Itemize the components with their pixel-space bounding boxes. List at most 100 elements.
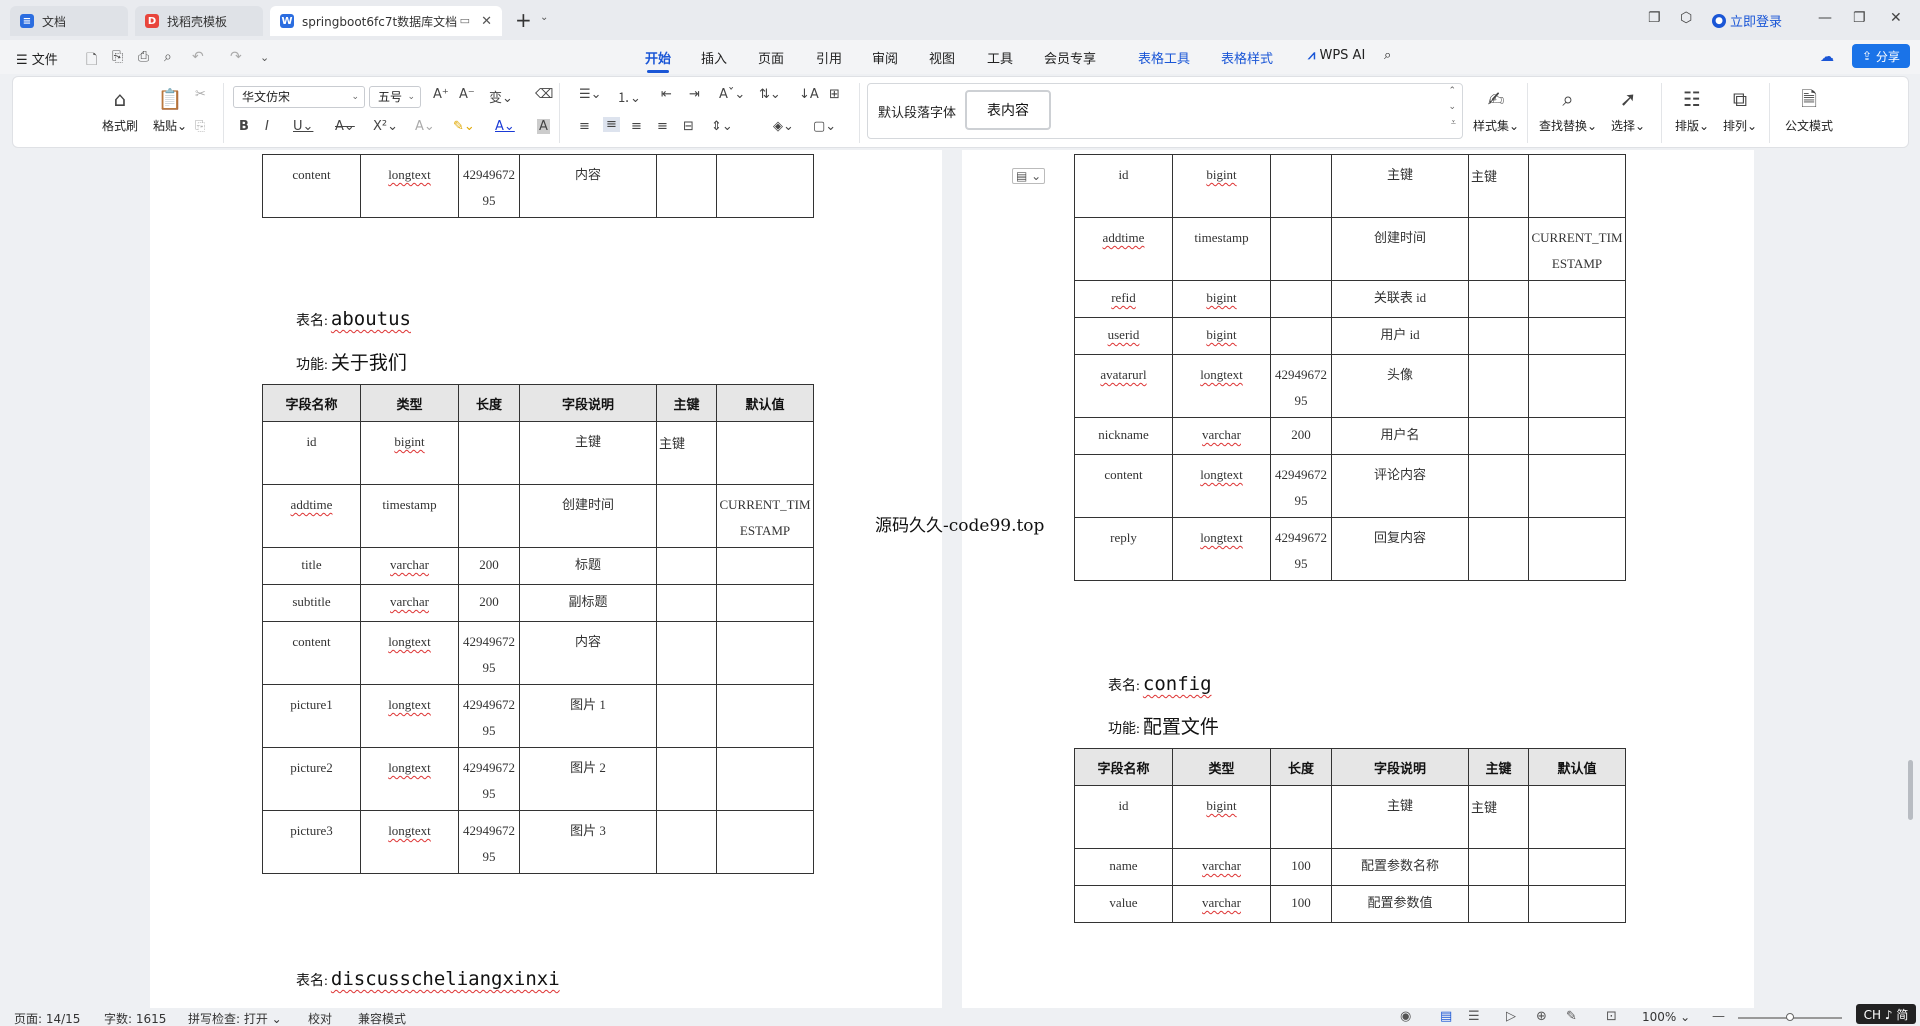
cut-icon[interactable]: ✂ bbox=[195, 87, 206, 102]
style-set-button[interactable]: ✍ 样式集⌄ bbox=[1471, 85, 1521, 134]
type-cell[interactable]: bigint bbox=[1172, 154, 1271, 218]
layout-button[interactable]: ☷ 排版⌄ bbox=[1667, 85, 1717, 134]
pk-cell[interactable] bbox=[656, 747, 717, 811]
default-cell[interactable] bbox=[1528, 280, 1626, 318]
type-cell[interactable]: bigint bbox=[1172, 280, 1271, 318]
pk-cell[interactable]: 主键 bbox=[656, 421, 717, 485]
default-cell[interactable] bbox=[716, 547, 814, 585]
description-cell[interactable]: 图片 3 bbox=[519, 810, 657, 874]
default-cell[interactable]: CURRENT_TIMESTAMP bbox=[1528, 217, 1626, 281]
pk-cell[interactable] bbox=[656, 547, 717, 585]
description-cell[interactable]: 用户名 bbox=[1331, 417, 1469, 455]
more-icon[interactable]: ⌄ bbox=[260, 51, 269, 64]
type-cell[interactable]: timestamp bbox=[1172, 217, 1271, 281]
default-cell[interactable] bbox=[716, 154, 814, 218]
highlight-icon[interactable]: ✎⌄ bbox=[453, 119, 475, 134]
default-cell[interactable] bbox=[716, 684, 814, 748]
justify-icon[interactable]: ≡ bbox=[657, 119, 668, 134]
length-cell[interactable]: 4294967295 bbox=[1270, 454, 1332, 518]
type-cell[interactable]: longtext bbox=[360, 684, 459, 748]
description-cell[interactable]: 头像 bbox=[1331, 354, 1469, 418]
default-cell[interactable] bbox=[1528, 517, 1626, 581]
find-replace-button[interactable]: ⌕ 查找替换⌄ bbox=[1539, 85, 1597, 134]
type-cell[interactable]: longtext bbox=[360, 154, 459, 218]
field-name-cell[interactable]: picture1 bbox=[262, 684, 361, 748]
pk-cell[interactable] bbox=[1468, 517, 1529, 581]
default-cell[interactable]: CURRENT_TIMESTAMP bbox=[716, 484, 814, 548]
length-cell[interactable]: 4294967295 bbox=[458, 810, 520, 874]
tab-review[interactable]: 审阅 bbox=[872, 48, 898, 67]
outline-icon[interactable]: ☰ bbox=[1468, 1009, 1480, 1024]
search-icon[interactable]: ⌕ bbox=[1384, 48, 1391, 63]
text-direction-icon[interactable]: Aˇ⌄ bbox=[719, 87, 745, 102]
underline-icon[interactable]: U⌄ bbox=[293, 119, 313, 134]
default-cell[interactable] bbox=[716, 747, 814, 811]
tab-member[interactable]: 会员专享 bbox=[1044, 48, 1096, 67]
pk-cell[interactable] bbox=[1468, 848, 1529, 886]
description-cell[interactable]: 创建时间 bbox=[519, 484, 657, 548]
length-cell[interactable]: 4294967295 bbox=[1270, 517, 1332, 581]
play-icon[interactable]: ▷ bbox=[1506, 1009, 1516, 1024]
chevron-down-icon[interactable]: ⌄ bbox=[540, 12, 548, 23]
field-name-cell[interactable]: refid bbox=[1074, 280, 1173, 318]
sort-icon[interactable]: ⇅⌄ bbox=[759, 87, 781, 102]
close-tab-icon[interactable]: ✕ bbox=[481, 14, 492, 29]
description-cell[interactable]: 标题 bbox=[519, 547, 657, 585]
length-cell[interactable] bbox=[1270, 217, 1332, 281]
type-cell[interactable]: timestamp bbox=[360, 484, 459, 548]
default-cell[interactable] bbox=[716, 421, 814, 485]
field-name-cell[interactable]: id bbox=[1074, 785, 1173, 849]
new-tab-icon[interactable]: + bbox=[515, 8, 532, 32]
default-cell[interactable] bbox=[1528, 785, 1626, 849]
vertical-scrollbar[interactable] bbox=[1905, 150, 1917, 1008]
type-cell[interactable]: varchar bbox=[360, 547, 459, 585]
word-count[interactable]: 字数: 1615 bbox=[104, 1010, 166, 1026]
pk-cell[interactable] bbox=[1468, 885, 1529, 923]
print-icon[interactable]: ⎙ bbox=[138, 49, 149, 65]
type-cell[interactable]: bigint bbox=[360, 421, 459, 485]
pk-cell[interactable] bbox=[656, 154, 717, 218]
field-name-cell[interactable]: reply bbox=[1074, 517, 1173, 581]
scroll-up-icon[interactable]: ⌃ bbox=[1448, 86, 1456, 96]
type-cell[interactable]: longtext bbox=[1172, 517, 1271, 581]
redo-icon[interactable]: ↷ bbox=[230, 49, 242, 65]
official-mode-button[interactable]: 🗎 公文模式 bbox=[1779, 85, 1839, 134]
close-window-icon[interactable]: ✕ bbox=[1890, 10, 1902, 26]
grow-font-icon[interactable]: A⁺ bbox=[433, 87, 449, 102]
pk-cell[interactable] bbox=[656, 810, 717, 874]
length-cell[interactable] bbox=[1270, 317, 1332, 355]
tab-active-document[interactable]: W springboot6fc7t数据库文档 ▭ ✕ bbox=[270, 6, 502, 36]
pk-cell[interactable] bbox=[656, 621, 717, 685]
type-cell[interactable]: longtext bbox=[1172, 354, 1271, 418]
tab-references[interactable]: 引用 bbox=[816, 48, 842, 67]
undo-icon[interactable]: ↶ bbox=[192, 49, 204, 65]
superscript-icon[interactable]: X²⌄ bbox=[373, 119, 398, 134]
pen-icon[interactable]: ✎ bbox=[1566, 1009, 1577, 1024]
length-cell[interactable] bbox=[458, 421, 520, 485]
field-name-cell[interactable]: subtitle bbox=[262, 584, 361, 622]
zoom-out-icon[interactable]: — bbox=[1712, 1009, 1725, 1024]
length-cell[interactable]: 4294967295 bbox=[458, 154, 520, 218]
default-cell[interactable] bbox=[716, 810, 814, 874]
type-cell[interactable]: varchar bbox=[1172, 848, 1271, 886]
type-cell[interactable]: varchar bbox=[360, 584, 459, 622]
pk-cell[interactable] bbox=[1468, 217, 1529, 281]
input-method-indicator[interactable]: CH ♪ 简 bbox=[1856, 1004, 1916, 1024]
share-button[interactable]: ⇪ 分享 bbox=[1852, 44, 1910, 68]
pk-cell[interactable] bbox=[1468, 280, 1529, 318]
arrange-button[interactable]: ⧉ 排列⌄ bbox=[1715, 85, 1765, 134]
description-cell[interactable]: 用户 id bbox=[1331, 317, 1469, 355]
type-cell[interactable]: bigint bbox=[1172, 785, 1271, 849]
field-name-cell[interactable]: avatarurl bbox=[1074, 354, 1173, 418]
borders-icon[interactable]: ▢⌄ bbox=[813, 119, 836, 134]
default-cell[interactable] bbox=[716, 621, 814, 685]
type-cell[interactable]: longtext bbox=[360, 747, 459, 811]
length-cell[interactable] bbox=[1270, 280, 1332, 318]
pk-cell[interactable] bbox=[1468, 354, 1529, 418]
align-left-icon[interactable]: ≡ bbox=[579, 119, 590, 134]
zoom-level[interactable]: 100% ⌄ bbox=[1642, 1010, 1690, 1024]
description-cell[interactable]: 回复内容 bbox=[1331, 517, 1469, 581]
proofread[interactable]: 校对 bbox=[308, 1010, 332, 1026]
field-name-cell[interactable]: content bbox=[262, 154, 361, 218]
cube-icon[interactable]: ⬡ bbox=[1680, 10, 1692, 26]
